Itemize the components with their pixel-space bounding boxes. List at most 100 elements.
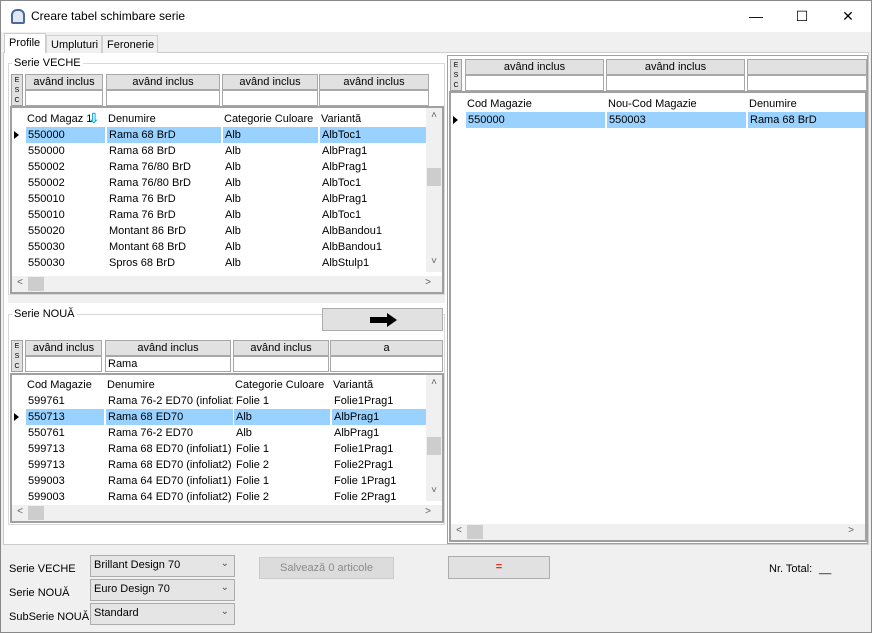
table-cell: 599713 bbox=[25, 441, 104, 457]
scroll-right-icon[interactable]: > bbox=[843, 525, 859, 536]
table-row[interactable]: 599761 Rama 76-2 ED70 (infoliat1) Folie 1F… bbox=[12, 393, 442, 409]
filter-input[interactable] bbox=[233, 356, 329, 372]
table-cell: 550030 bbox=[25, 255, 105, 271]
table-cell: Alb bbox=[222, 127, 318, 143]
column-header[interactable]: Variantă bbox=[319, 111, 429, 127]
mapping-grid[interactable]: Cod Magazie Nou-Cod Magazie Denumire 550000… bbox=[449, 91, 867, 542]
old-series-value: Brillant Design 70 bbox=[94, 559, 181, 571]
column-header[interactable]: Cod Magazie bbox=[25, 377, 104, 393]
scroll-left-icon[interactable]: < bbox=[12, 277, 28, 288]
horizontal-scrollbar[interactable]: < > bbox=[12, 505, 442, 521]
table-cell: Alb bbox=[222, 255, 318, 271]
table-cell: Alb bbox=[222, 239, 318, 255]
table-row[interactable]: 550030 Spros 68 BrD Alb AlbStulp1 bbox=[12, 255, 442, 271]
table-row[interactable]: 550000 Rama 68 BrD Alb AlbToc1 bbox=[12, 127, 442, 143]
column-header[interactable]: Denumire bbox=[105, 377, 233, 393]
scroll-up-icon[interactable]: ˄ bbox=[426, 110, 442, 121]
minimize-button[interactable]: — bbox=[733, 1, 779, 32]
filter-input[interactable] bbox=[747, 75, 867, 91]
subseries-select[interactable]: Standard ⌄ bbox=[90, 603, 235, 625]
vertical-scrollbar[interactable]: ˄ ˅ bbox=[426, 108, 442, 272]
table-row[interactable]: 550713 Rama 68 ED70 Alb AlbPrag1 bbox=[12, 409, 442, 425]
esc-button[interactable]: ESC bbox=[11, 74, 23, 106]
row-pointer-icon bbox=[14, 413, 19, 421]
column-header[interactable]: Cod Magazie bbox=[465, 96, 605, 112]
scroll-right-icon[interactable]: > bbox=[420, 277, 436, 288]
table-cell: Alb bbox=[222, 143, 318, 159]
transfer-button[interactable] bbox=[322, 308, 443, 331]
table-cell: Rama 76/80 BrD bbox=[106, 159, 221, 175]
column-header[interactable]: Denumire bbox=[747, 96, 865, 112]
new-series-select[interactable]: Euro Design 70 ⌄ bbox=[90, 579, 235, 601]
filter-input[interactable] bbox=[465, 75, 604, 91]
table-cell: 550761 bbox=[25, 425, 104, 441]
table-row[interactable]: 599713 Rama 68 ED70 (infoliat2) Folie 2 Fol… bbox=[12, 457, 442, 473]
scroll-right-icon[interactable]: > bbox=[420, 506, 436, 517]
filter-input[interactable] bbox=[25, 90, 103, 106]
table-row[interactable]: 550030 Montant 68 BrD Alb AlbBandou1 bbox=[12, 239, 442, 255]
table-row[interactable]: 550000 550003 Rama 68 BrD bbox=[451, 112, 865, 128]
table-row[interactable]: 550002 Rama 76/80 BrD Alb AlbToc1 bbox=[12, 175, 442, 191]
save-button[interactable]: Salvează 0 articole bbox=[259, 557, 394, 579]
column-header[interactable]: Variantă bbox=[331, 377, 426, 393]
scroll-left-icon[interactable]: < bbox=[12, 506, 28, 517]
new_series-grid[interactable]: Cod Magazie Denumire Categorie Culoare Vari… bbox=[10, 373, 444, 523]
filter-input[interactable] bbox=[319, 90, 429, 106]
column-header[interactable]: Categorie Culoare bbox=[233, 377, 330, 393]
column-header[interactable]: Denumire bbox=[106, 111, 221, 127]
scrollbar-thumb[interactable] bbox=[427, 168, 441, 186]
table-row[interactable]: 550010 Rama 76 BrD Alb AlbPrag1 bbox=[12, 191, 442, 207]
esc-button[interactable]: ESC bbox=[450, 59, 462, 91]
old_series-grid[interactable]: Cod Magaz 1 Denumire Categorie Culoare Vari… bbox=[10, 106, 444, 294]
filter-input[interactable]: Rama bbox=[105, 356, 231, 372]
splitter[interactable] bbox=[8, 295, 445, 303]
table-row[interactable]: 550002 Rama 76/80 BrD Alb AlbPrag1 bbox=[12, 159, 442, 175]
table-cell: Folie 1Prag1 bbox=[331, 473, 426, 489]
table-cell: Rama 64 ED70 (infoliat2) bbox=[105, 489, 233, 505]
tab-umpluturi[interactable]: Umpluturi bbox=[46, 35, 102, 53]
filter-input[interactable] bbox=[25, 356, 102, 372]
remove-button[interactable]: = bbox=[448, 556, 550, 579]
table-cell: Folie 1 bbox=[233, 393, 330, 409]
table-row[interactable]: 550000 Rama 68 BrD Alb AlbPrag1 bbox=[12, 143, 442, 159]
table-cell: Rama 76/80 BrD bbox=[106, 175, 221, 191]
scroll-down-icon[interactable]: ˅ bbox=[426, 485, 442, 496]
column-header[interactable]: Nou-Cod Magazie bbox=[606, 96, 746, 112]
tab-feronerie[interactable]: Feronerie bbox=[102, 35, 158, 53]
table-row[interactable]: 599003 Rama 64 ED70 (infoliat1) Folie 1 Fol… bbox=[12, 473, 442, 489]
horizontal-scrollbar[interactable]: < > bbox=[451, 524, 865, 540]
table-row[interactable]: 599713 Rama 68 ED70 (infoliat1) Folie 1 Fol… bbox=[12, 441, 442, 457]
filter-header: având inclus bbox=[465, 59, 604, 75]
table-row[interactable]: 550761 Rama 76-2 ED70 Alb AlbPrag1 bbox=[12, 425, 442, 441]
scrollbar-thumb[interactable] bbox=[427, 437, 441, 455]
table-cell: Folie 2Prag1 bbox=[331, 489, 426, 505]
table-row[interactable]: 550010 Rama 76 BrD Alb AlbToc1 bbox=[12, 207, 442, 223]
table-cell: AlbToc1 bbox=[319, 127, 429, 143]
chevron-down-icon: ⌄ bbox=[220, 558, 229, 569]
filter-header: având inclus bbox=[233, 340, 329, 356]
table-cell: Rama 68 BrD bbox=[106, 143, 221, 159]
filter-input[interactable] bbox=[106, 90, 220, 106]
filter-input[interactable] bbox=[606, 75, 745, 91]
esc-button[interactable]: ESC bbox=[11, 340, 23, 372]
table-cell: Rama 68 ED70 (infoliat1) bbox=[105, 441, 233, 457]
old-series-select[interactable]: Brillant Design 70 ⌄ bbox=[90, 555, 235, 577]
tab-profile[interactable]: Profile bbox=[4, 33, 46, 53]
maximize-button[interactable]: ☐ bbox=[779, 1, 825, 32]
arrow-down-icon: ⇩ bbox=[88, 110, 100, 126]
table-row[interactable]: 550020 Montant 86 BrD Alb AlbBandou1 bbox=[12, 223, 442, 239]
filter-input[interactable] bbox=[330, 356, 443, 372]
column-header[interactable]: Categorie Culoare bbox=[222, 111, 318, 127]
horizontal-scrollbar[interactable]: < > bbox=[12, 276, 442, 292]
filter-input[interactable] bbox=[222, 90, 318, 106]
scroll-down-icon[interactable]: ˅ bbox=[426, 256, 442, 267]
table-cell: 599761 bbox=[25, 393, 104, 409]
scroll-up-icon[interactable]: ˄ bbox=[426, 377, 442, 388]
scrollbar-thumb[interactable] bbox=[467, 525, 483, 539]
scroll-left-icon[interactable]: < bbox=[451, 525, 467, 536]
scrollbar-thumb[interactable] bbox=[28, 506, 44, 520]
close-button[interactable]: ✕ bbox=[825, 1, 871, 32]
table-row[interactable]: 599003 Rama 64 ED70 (infoliat2) Folie 2 Fol… bbox=[12, 489, 442, 505]
scrollbar-thumb[interactable] bbox=[28, 277, 44, 291]
vertical-scrollbar[interactable]: ˄ ˅ bbox=[426, 375, 442, 501]
